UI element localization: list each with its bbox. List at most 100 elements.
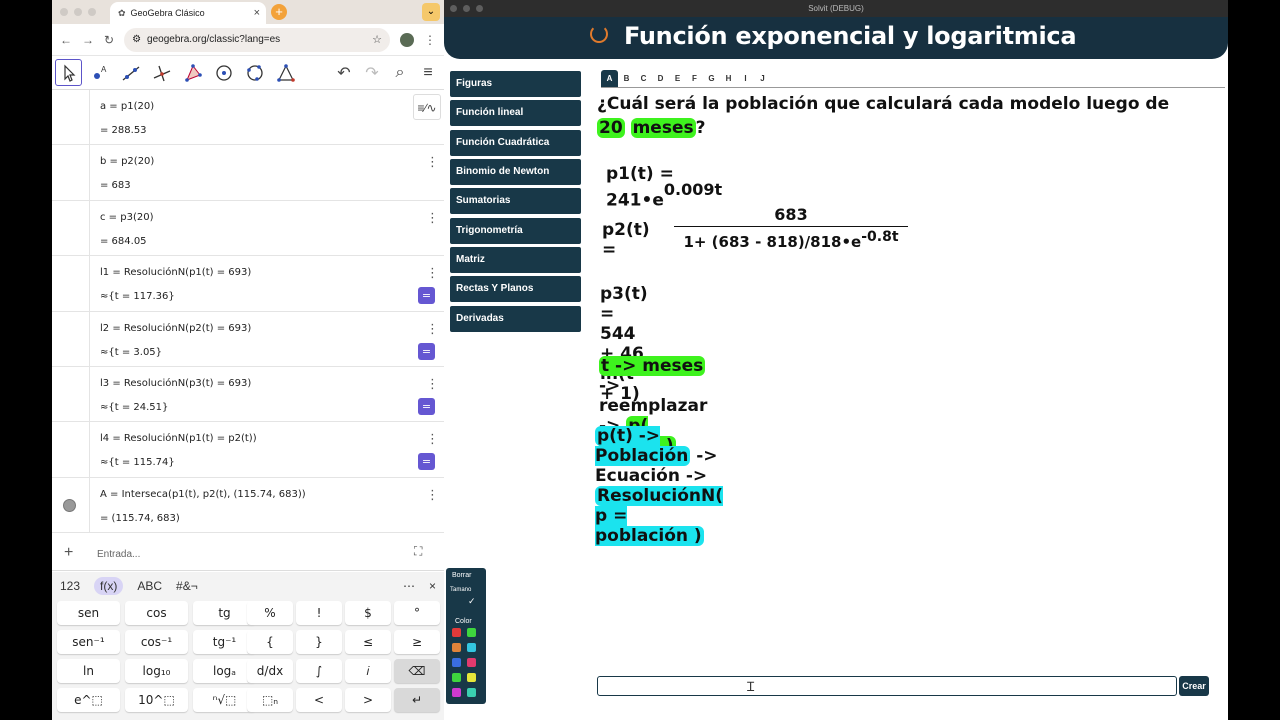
tab-i[interactable]: I — [737, 70, 754, 87]
move-tool-icon[interactable] — [55, 59, 82, 86]
reload-icon[interactable]: ↻ — [104, 33, 114, 47]
key-1-6[interactable]: ≥ — [394, 630, 440, 654]
row-menu-icon[interactable]: ⋮ — [426, 322, 439, 337]
circle-tool-icon[interactable] — [210, 59, 237, 86]
color-swatch[interactable] — [467, 658, 476, 667]
text-input[interactable]: Ɪ — [597, 676, 1177, 696]
key-1-0[interactable]: sen⁻¹ — [57, 630, 120, 654]
sidebar-item-funcion-lineal[interactable]: Función lineal — [450, 100, 581, 126]
more-icon[interactable]: ⋯ — [403, 579, 415, 593]
key-2-0[interactable]: ln — [57, 659, 120, 683]
row-menu-icon[interactable]: ⋮ — [426, 211, 439, 226]
key-0-5[interactable]: $ — [345, 601, 391, 625]
row-menu-icon[interactable]: ⋮ — [426, 155, 439, 170]
sidebar-item-binomio[interactable]: Binomio de Newton — [450, 159, 581, 185]
algebra-row[interactable]: b = p2(20) = 683 ⋮ — [52, 145, 444, 201]
input-placeholder[interactable]: Entrada... — [97, 549, 140, 560]
algebra-row[interactable]: l2 = ResoluciónN(p2(t) = 693) ≈{t = 3.05}… — [52, 311, 444, 367]
close-tab-icon[interactable]: × — [254, 7, 260, 19]
window-zoom-button[interactable] — [88, 8, 96, 16]
key-3-0[interactable]: e^⬚ — [57, 688, 120, 712]
line-tool-icon[interactable] — [117, 59, 144, 86]
color-swatch[interactable] — [467, 688, 476, 697]
row-definition[interactable]: b = p2(20) — [100, 156, 154, 167]
color-swatch[interactable] — [467, 628, 476, 637]
tab-list-button[interactable]: ⌄ — [422, 3, 440, 21]
color-swatch[interactable] — [452, 688, 461, 697]
toggle-exact-approx-button[interactable]: = — [418, 453, 435, 471]
circle-three-points-tool-icon[interactable] — [241, 59, 268, 86]
sidebar-item-trigonometria[interactable]: Trigonometría — [450, 218, 581, 244]
redo-icon[interactable]: ↷ — [361, 63, 383, 83]
row-definition[interactable]: l2 = ResoluciónN(p2(t) = 693) — [100, 323, 251, 334]
graphics-view-toggle-icon[interactable]: ≡∕∿ — [413, 94, 441, 120]
forward-icon[interactable]: → — [82, 33, 94, 47]
close-keyboard-icon[interactable]: × — [429, 579, 436, 593]
point-tool-icon[interactable]: A — [86, 59, 113, 86]
key-2-6[interactable]: ⌫ — [394, 659, 440, 683]
hamburger-menu-icon[interactable]: ≡ — [417, 64, 439, 82]
keyboard-tab-abc[interactable]: ABC — [137, 579, 162, 593]
undo-icon[interactable]: ↶ — [333, 63, 355, 83]
expand-icon[interactable]: ⛶ — [414, 544, 422, 559]
key-0-3[interactable]: % — [247, 601, 293, 625]
toggle-exact-approx-button[interactable]: = — [418, 287, 435, 305]
tab-b[interactable]: B — [618, 70, 635, 87]
algebra-row[interactable]: l1 = ResoluciónN(p1(t) = 693) ≈{t = 117.3… — [52, 256, 444, 312]
key-1-5[interactable]: ≤ — [345, 630, 391, 654]
polygon-tool-icon[interactable] — [179, 59, 206, 86]
row-definition[interactable]: A = Interseca(p1(t), p2(t), (115.74, 683… — [100, 489, 306, 500]
app-minimize-button[interactable] — [463, 5, 470, 12]
row-menu-icon[interactable]: ⋮ — [426, 377, 439, 392]
color-swatch[interactable] — [452, 643, 461, 652]
keyboard-tab-123[interactable]: 123 — [60, 579, 80, 593]
row-definition[interactable]: c = p3(20) — [100, 212, 153, 223]
tab-h[interactable]: H — [720, 70, 737, 87]
key-2-1[interactable]: log₁₀ — [125, 659, 188, 683]
app-zoom-button[interactable] — [476, 5, 483, 12]
back-icon[interactable]: ← — [60, 33, 72, 47]
algebra-input-row[interactable]: + Entrada... ⛶ — [52, 539, 444, 571]
algebra-row[interactable]: l3 = ResoluciónN(p3(t) = 693) ≈{t = 24.51… — [52, 366, 444, 423]
search-icon[interactable]: ⌕ — [389, 64, 411, 82]
crear-button[interactable]: Crear — [1179, 676, 1209, 696]
key-3-1[interactable]: 10^⬚ — [125, 688, 188, 712]
sidebar-item-sumatorias[interactable]: Sumatorias — [450, 188, 581, 214]
sidebar-item-derivadas[interactable]: Derivadas — [450, 306, 581, 332]
key-3-4[interactable]: < — [296, 688, 342, 712]
erase-button[interactable]: Borrar — [452, 572, 471, 579]
tab-d[interactable]: D — [652, 70, 669, 87]
key-1-3[interactable]: { — [247, 630, 293, 654]
color-swatch[interactable] — [467, 643, 476, 652]
algebra-row[interactable]: a = p1(20) = 288.53 — [52, 90, 444, 146]
row-menu-icon[interactable]: ⋮ — [426, 266, 439, 281]
tab-g[interactable]: G — [703, 70, 720, 87]
color-swatch[interactable] — [452, 628, 461, 637]
keyboard-tab-symbols[interactable]: #&¬ — [176, 579, 198, 593]
row-definition[interactable]: l3 = ResoluciónN(p3(t) = 693) — [100, 378, 251, 389]
key-1-1[interactable]: cos⁻¹ — [125, 630, 188, 654]
sidebar-item-matriz[interactable]: Matriz — [450, 247, 581, 273]
key-3-3[interactable]: ⬚ₙ — [247, 688, 293, 712]
sidebar-item-figuras[interactable]: Figuras — [450, 71, 581, 97]
row-definition[interactable]: a = p1(20) — [100, 101, 154, 112]
toggle-exact-approx-button[interactable]: = — [418, 397, 435, 415]
key-0-0[interactable]: sen — [57, 601, 120, 625]
perpendicular-tool-icon[interactable] — [148, 59, 175, 86]
site-info-icon[interactable]: ⚙ — [132, 34, 141, 45]
algebra-row[interactable]: A = Interseca(p1(t), p2(t), (115.74, 683… — [52, 477, 444, 534]
visibility-toggle-icon[interactable] — [63, 498, 76, 512]
keyboard-tab-fx[interactable]: f(x) — [94, 577, 124, 595]
app-close-button[interactable] — [450, 5, 457, 12]
algebra-row[interactable]: c = p3(20) = 684.05 ⋮ — [52, 200, 444, 257]
add-item-icon[interactable]: + — [64, 544, 73, 562]
key-2-5[interactable]: 𝑖 — [345, 659, 391, 683]
window-minimize-button[interactable] — [74, 8, 82, 16]
angle-tool-icon[interactable] — [272, 59, 299, 86]
sidebar-item-funcion-cuadratica[interactable]: Función Cuadrática — [450, 130, 581, 156]
row-menu-icon[interactable]: ⋮ — [426, 432, 439, 447]
color-swatch[interactable] — [452, 673, 461, 682]
key-0-4[interactable]: ! — [296, 601, 342, 625]
tab-j[interactable]: J — [754, 70, 771, 87]
key-2-3[interactable]: d/dx — [247, 659, 293, 683]
